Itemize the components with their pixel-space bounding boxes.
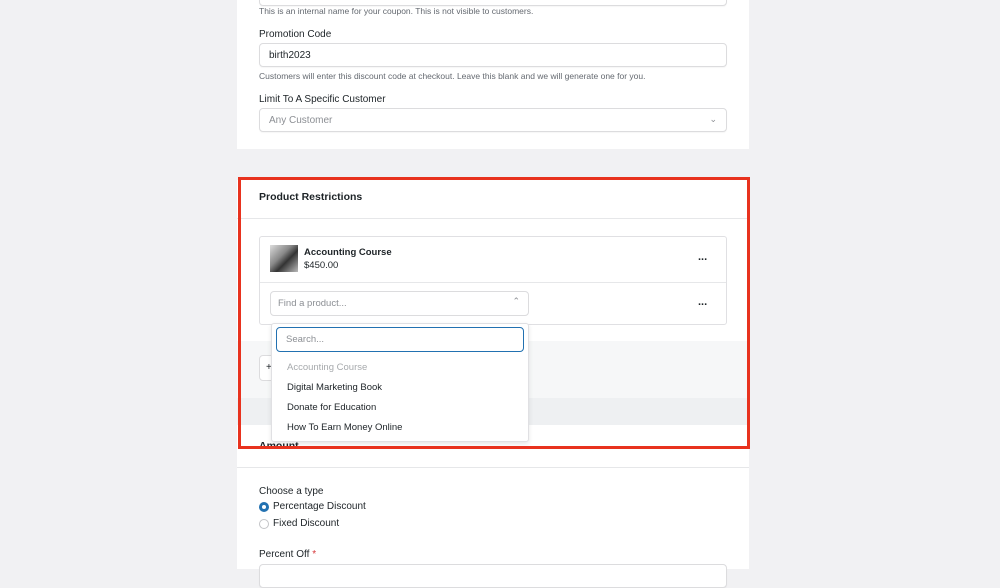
customer-select[interactable]: Any Customer ⌄ <box>259 108 727 132</box>
promo-code-value: birth2023 <box>269 49 311 61</box>
fixed-label: Fixed Discount <box>273 518 340 529</box>
percentage-radio[interactable] <box>259 502 269 512</box>
promo-code-label: Promotion Code <box>259 29 332 40</box>
coupon-name-help: This is an internal name for your coupon… <box>259 6 534 16</box>
highlight-box <box>238 177 750 449</box>
promo-code-help: Customers will enter this discount code … <box>259 71 646 81</box>
chevron-down-icon: ⌄ <box>709 114 717 124</box>
fixed-radio[interactable] <box>259 519 269 529</box>
required-mark: * <box>312 549 317 560</box>
promo-code-input[interactable]: birth2023 <box>259 43 727 67</box>
percent-off-label: Percent Off * <box>259 549 317 560</box>
percentage-label: Percentage Discount <box>273 501 366 512</box>
customer-label: Limit To A Specific Customer <box>259 94 386 105</box>
percent-off-input[interactable] <box>259 564 727 588</box>
type-label: Choose a type <box>259 486 324 497</box>
customer-placeholder: Any Customer <box>269 114 333 126</box>
